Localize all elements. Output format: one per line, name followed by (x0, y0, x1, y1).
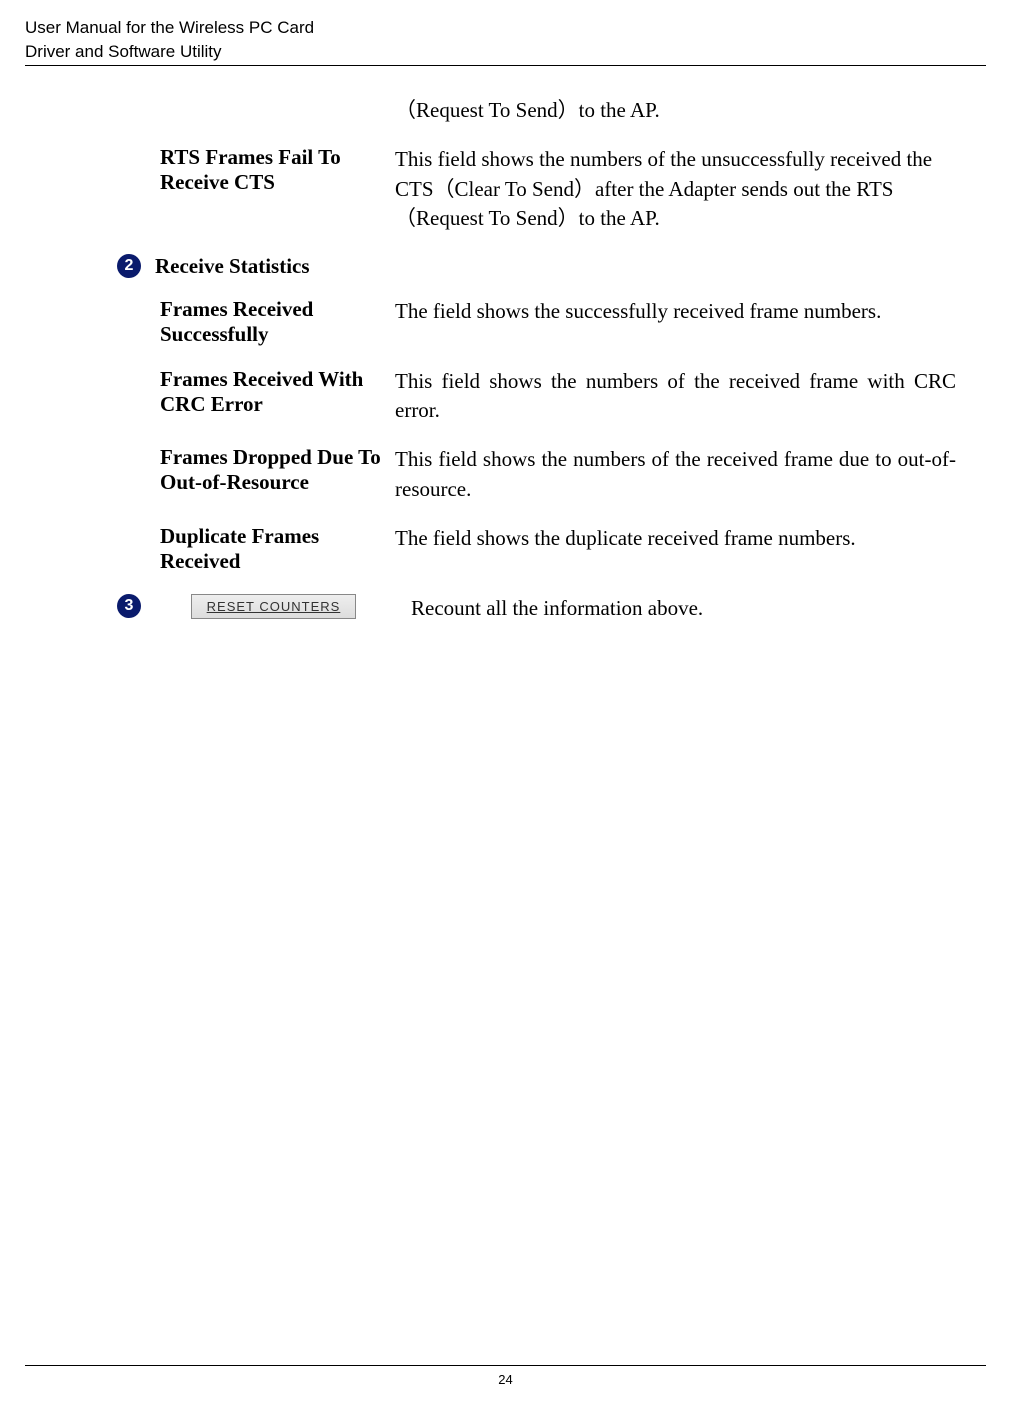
frames-received-row: Frames Received Successfully The field s… (45, 297, 966, 347)
frames-received-desc: The field shows the successfully receive… (395, 297, 966, 347)
intro-label (45, 96, 395, 125)
rts-fail-row: RTS Frames Fail To Receive CTS This fiel… (45, 145, 966, 233)
frames-crc-desc: This field shows the numbers of the rece… (395, 367, 966, 426)
badge-2-icon: 2 (117, 254, 141, 278)
frames-dropped-row: Frames Dropped Due To Out-of-Resource Th… (45, 445, 966, 504)
duplicate-frames-label: Duplicate Frames Received (45, 524, 395, 574)
header-title-1: User Manual for the Wireless PC Card (25, 18, 986, 38)
page-header: User Manual for the Wireless PC Card Dri… (0, 0, 1011, 66)
duplicate-frames-row: Duplicate Frames Received The field show… (45, 524, 966, 574)
intro-row: （Request To Send）to the AP. (45, 96, 966, 125)
frames-received-label: Frames Received Successfully (45, 297, 395, 347)
badge-3-icon: 3 (117, 594, 141, 618)
receive-statistics-title: Receive Statistics (155, 254, 310, 279)
receive-statistics-header: 2 Receive Statistics (45, 254, 966, 279)
page-number: 24 (25, 1372, 986, 1387)
rts-fail-label: RTS Frames Fail To Receive CTS (45, 145, 395, 233)
rts-fail-desc: This field shows the numbers of the unsu… (395, 145, 966, 233)
reset-counters-row: 3 RESET COUNTERS Recount all the informa… (45, 594, 966, 623)
page-footer: 24 (0, 1365, 1011, 1387)
frames-crc-label: Frames Received With CRC Error (45, 367, 395, 426)
duplicate-frames-desc: The field shows the duplicate received f… (395, 524, 966, 574)
reset-counters-button[interactable]: RESET COUNTERS (191, 594, 356, 619)
frames-dropped-label: Frames Dropped Due To Out-of-Resource (45, 445, 395, 504)
footer-divider (25, 1365, 986, 1366)
reset-counters-desc: Recount all the information above. (401, 594, 966, 623)
header-title-2: Driver and Software Utility (25, 42, 986, 62)
content-area: （Request To Send）to the AP. RTS Frames F… (0, 66, 1011, 624)
frames-crc-row: Frames Received With CRC Error This fiel… (45, 367, 966, 426)
frames-dropped-desc: This field shows the numbers of the rece… (395, 445, 966, 504)
intro-desc: （Request To Send）to the AP. (395, 96, 966, 125)
